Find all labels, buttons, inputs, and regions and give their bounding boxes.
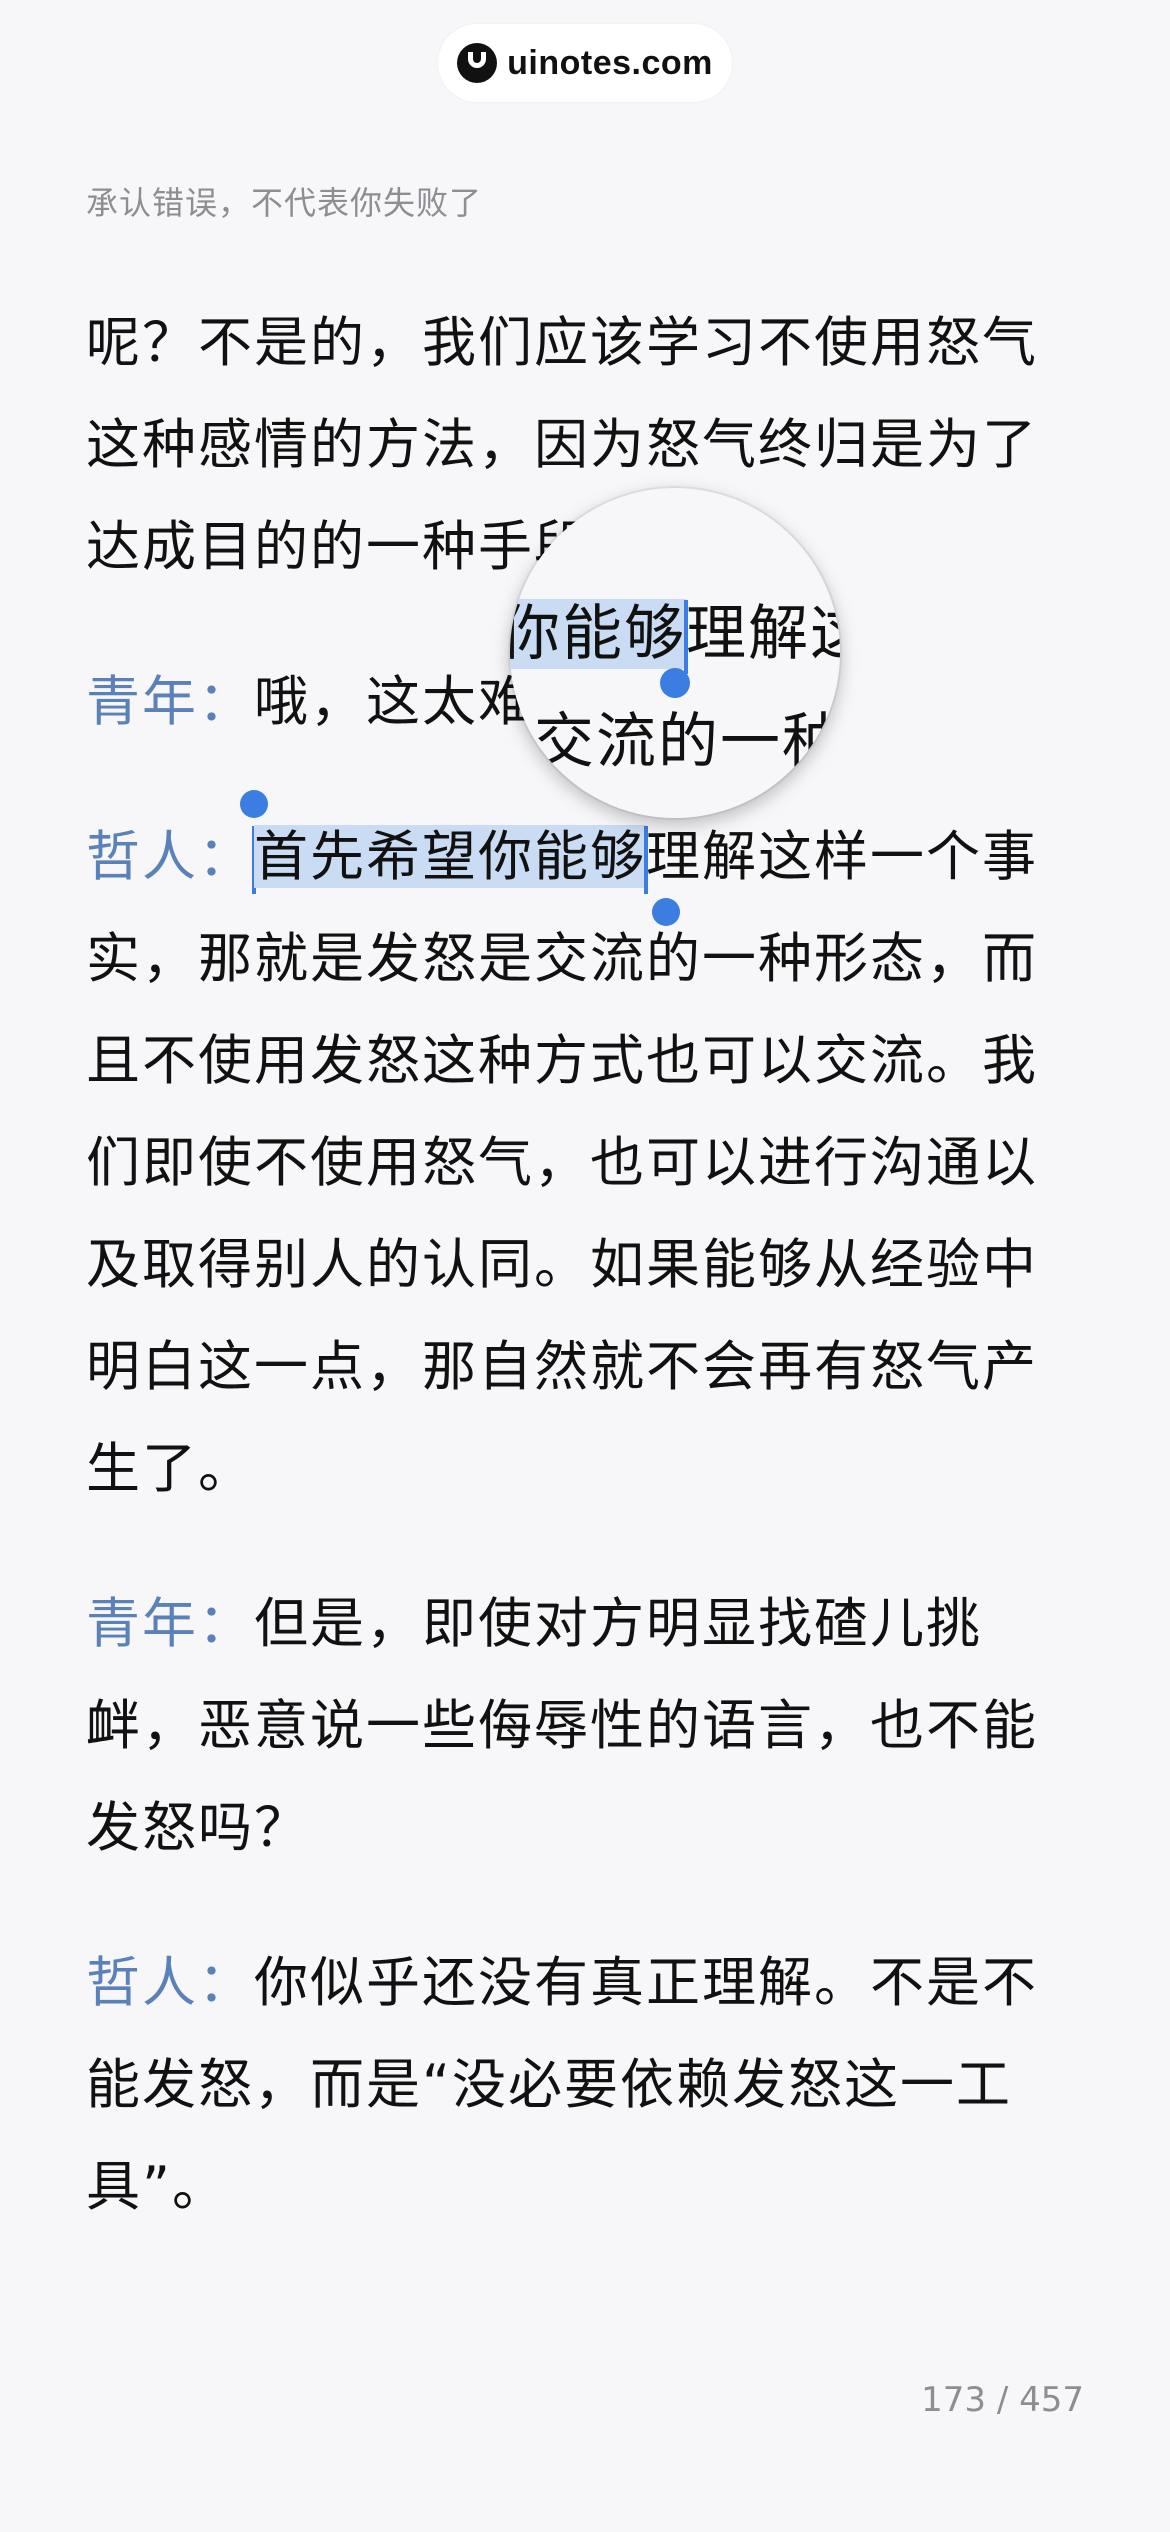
text-line[interactable]: 能发怒，而是“没必要依赖发怒这一工 — [86, 2034, 1086, 2136]
text-line[interactable]: 哲人：首先希望你能够理解这样一个事 — [86, 806, 1086, 908]
magnifier-line: 式也 — [510, 796, 840, 818]
text-line[interactable]: 这种感情的方法，因为怒气终归是为了 — [86, 394, 1086, 496]
text-line[interactable]: 哲人：你似乎还没有真正理解。不是不 — [86, 1932, 1086, 2034]
magnifier-handle — [660, 668, 690, 698]
text-line[interactable]: 们即使不使用怒气，也可以进行沟通以 — [86, 1112, 1086, 1214]
speaker-label: 哲人： — [86, 825, 254, 888]
uinotes-logo-icon — [457, 43, 498, 83]
text-line[interactable]: 衅，恶意说一些侮辱性的语言，也不能 — [86, 1675, 1086, 1777]
text-line[interactable]: 青年：但是，即使对方明显找碴儿挑 — [86, 1573, 1086, 1675]
selection-end-handle[interactable] — [652, 898, 680, 926]
speaker-label: 哲人： — [86, 1951, 254, 2014]
magnifier-content: 你能够理解这 交流的一种 式也 — [510, 580, 840, 818]
text-line[interactable]: 发怒吗？ — [86, 1777, 1086, 1879]
text-line[interactable]: 具”。 — [86, 2136, 1086, 2238]
speaker-label: 青年： — [86, 1592, 254, 1655]
speaker-label: 青年： — [86, 670, 254, 733]
text-line[interactable]: 实，那就是发怒是交流的一种形态，而 — [86, 908, 1086, 1010]
selection-start-handle[interactable] — [240, 790, 268, 818]
text-line[interactable]: 生了。 — [86, 1418, 1086, 1520]
dialogue-text[interactable]: 你似乎还没有真正理解。不是不 — [254, 1951, 1038, 2014]
selected-text[interactable]: 首先希望你能够 — [254, 825, 646, 888]
magnifier-caret — [684, 600, 688, 675]
dialogue-text[interactable]: 理解这样一个事 — [646, 825, 1038, 888]
chapter-title: 承认错误，不代表你失败了 — [86, 184, 483, 222]
magnifier-loupe: 你能够理解这 交流的一种 式也 — [510, 488, 840, 818]
watermark-badge: uinotes.com — [438, 24, 732, 102]
dialogue-text[interactable]: 但是，即使对方明显找碴儿挑 — [254, 1592, 982, 1655]
text-line[interactable]: 呢？不是的，我们应该学习不使用怒气 — [86, 292, 1086, 394]
text-line[interactable]: 明白这一点，那自然就不会再有怒气产 — [86, 1316, 1086, 1418]
text-line[interactable]: 及取得别人的认同。如果能够从经验中 — [86, 1214, 1086, 1316]
magnifier-text: 理解这 — [686, 599, 840, 669]
selection-end-caret[interactable] — [644, 826, 648, 895]
watermark-text: uinotes.com — [507, 43, 713, 82]
page-indicator: 173 / 457 — [921, 2380, 1084, 2420]
text-line[interactable]: 且不使用发怒这种方式也可以交流。我 — [86, 1010, 1086, 1112]
magnifier-line: 交流的一种 — [534, 707, 840, 777]
magnifier-selected-text: 你能够 — [510, 599, 686, 669]
